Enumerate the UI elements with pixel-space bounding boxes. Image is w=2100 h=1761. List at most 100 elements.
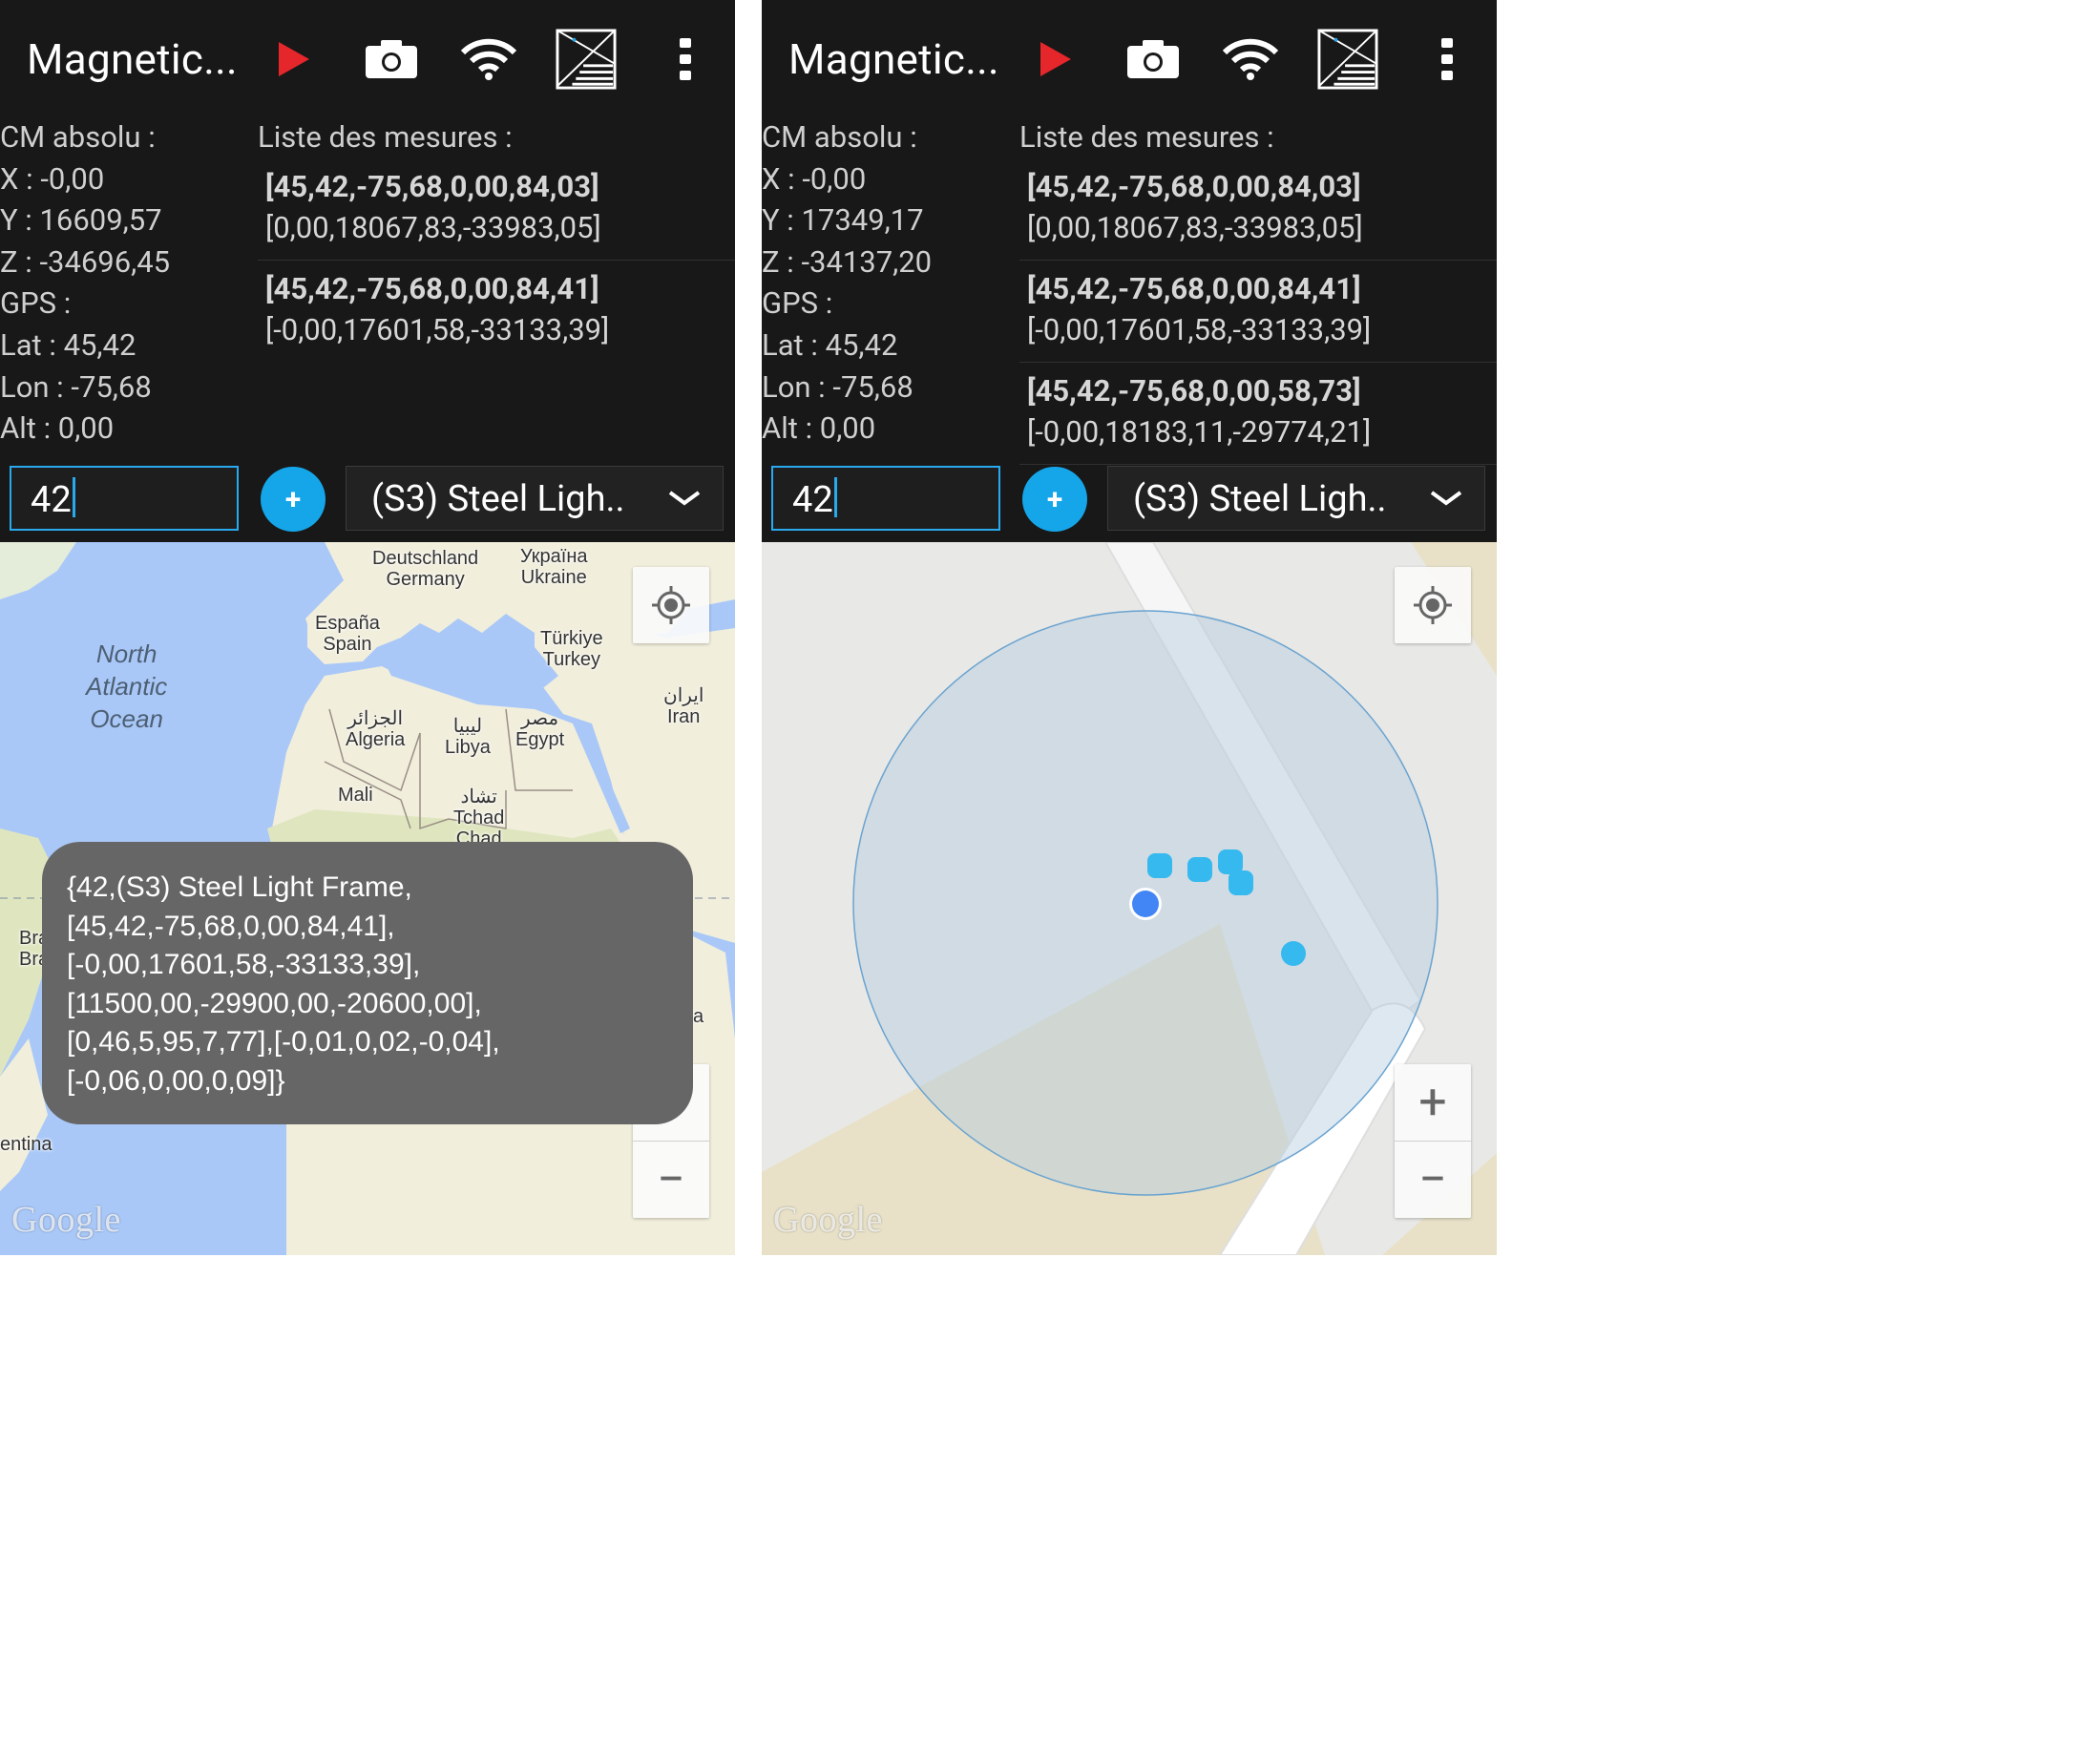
app-title: Magnetic... [27,34,238,84]
camera-icon[interactable] [361,29,422,90]
toast-line: {42,(S3) Steel Light Frame, [67,871,412,903]
absolute-field-panel: CM absolu : X : -0,00 Y : 17349,17 Z : -… [762,116,932,450]
gps-label: GPS : [762,285,833,322]
gps-target-icon [652,586,690,624]
wifi-icon[interactable] [458,29,519,90]
map-label-algeria: الجزائر Algeria [346,708,406,750]
phone-screen-right: Magnetic... CM absolu : X : -0,00 Y : 17… [762,0,1497,1255]
y-value: Y : 16609,57 [0,202,162,239]
x-value: X : -0,00 [762,160,867,197]
text-caret [833,477,837,517]
map-label-libya: ليبيا Libya [445,716,491,758]
lon-value: Lon : -75,68 [0,368,152,405]
measurement-marker[interactable] [1147,853,1172,878]
dropdown-value: (S3) Steel Ligh.. [371,478,625,520]
gps-target-icon [1414,586,1452,624]
map-label-spain: España Spain [315,613,380,655]
gps-label: GPS : [0,285,72,322]
chevron-down-icon [668,491,701,506]
measurement-list: Liste des mesures : [45,42,-75,68,0,00,8… [258,116,735,362]
text-caret [72,477,75,517]
google-logo: Google [773,1200,883,1240]
chevron-down-icon [1430,491,1462,506]
measurement-position: [45,42,-75,68,0,00,84,41] [1027,270,1361,306]
toast-line: [-0,00,17601,58,-33133,39], [67,949,421,980]
measurement-position: [45,42,-75,68,0,00,84,03] [1027,168,1361,204]
more-vert-icon[interactable] [655,29,716,90]
add-button[interactable]: + [261,467,326,532]
list-item[interactable]: [45,42,-75,68,0,00,84,41] [-0,00,17601,5… [1019,261,1497,363]
current-location-dot [1132,891,1159,917]
measurement-vector: [0,00,18067,83,-33983,05] [265,209,601,245]
toast-line: [45,42,-75,68,0,00,84,41], [67,910,395,942]
id-input[interactable]: 42 [771,466,1000,531]
z-value: Z : -34137,20 [762,243,933,280]
material-dropdown[interactable]: (S3) Steel Ligh.. [346,466,724,531]
street-map[interactable]: + − Google [762,542,1497,1255]
toast-message: {42,(S3) Steel Light Frame, [45,42,-75,6… [42,842,693,1124]
list-item[interactable]: [45,42,-75,68,0,00,84,41] [-0,00,17601,5… [258,261,735,362]
measurement-marker[interactable] [1228,870,1253,895]
play-icon[interactable] [1025,29,1086,90]
map-label-iran: ایران Iran [663,685,704,727]
measurement-marker[interactable] [1187,857,1212,882]
cm-label: CM absolu : [0,119,156,155]
chart-icon[interactable] [1317,29,1378,90]
measurement-vector: [0,00,18067,83,-33983,05] [1027,209,1363,245]
wifi-icon[interactable] [1220,29,1281,90]
google-logo: Google [11,1200,121,1240]
chart-icon[interactable] [556,29,617,90]
my-location-button[interactable] [1395,567,1471,643]
list-item[interactable]: [45,42,-75,68,0,00,84,03] [0,00,18067,83… [1019,158,1497,261]
measurement-marker[interactable] [1281,941,1306,966]
measurement-position: [45,42,-75,68,0,00,84,41] [265,270,599,306]
material-dropdown[interactable]: (S3) Steel Ligh.. [1107,466,1485,531]
action-bar: Magnetic... [0,0,735,115]
list-header: Liste des mesures : [1019,119,1274,155]
my-location-button[interactable] [633,567,709,643]
zoom-controls: + − [1395,1064,1471,1218]
camera-icon[interactable] [1123,29,1184,90]
map-label-ukraine: Україна Ukraine [520,546,588,588]
measurement-position: [45,42,-75,68,0,00,58,73] [1027,372,1361,409]
zoom-out-label: − [657,1150,685,1208]
zoom-out-button[interactable]: − [1395,1142,1471,1218]
map-label-partial: a [693,1006,704,1027]
map-label-mali: Mali [338,785,373,806]
more-vert-icon[interactable] [1417,29,1478,90]
map-label-argentina: entina [0,1134,52,1155]
action-bar: Magnetic... [762,0,1497,115]
lat-value: Lat : 45,42 [0,326,136,363]
id-input-value: 42 [792,479,833,521]
zoom-out-button[interactable]: − [633,1142,709,1218]
dropdown-value: (S3) Steel Ligh.. [1133,478,1387,520]
add-button[interactable]: + [1022,467,1087,532]
list-item[interactable]: [45,42,-75,68,0,00,58,73] [-0,00,18183,1… [1019,363,1497,465]
absolute-field-panel: CM absolu : X : -0,00 Y : 16609,57 Z : -… [0,116,170,450]
cm-label: CM absolu : [762,119,917,155]
list-item[interactable]: [45,42,-75,68,0,00,84,03] [0,00,18067,83… [258,158,735,261]
lat-value: Lat : 45,42 [762,326,898,363]
street-map-graphic [762,542,1497,1255]
z-value: Z : -34696,45 [0,243,171,280]
id-input[interactable]: 42 [10,466,239,531]
alt-value: Alt : 0,00 [0,410,115,447]
measurement-position: [45,42,-75,68,0,00,84,03] [265,168,599,204]
zoom-in-button[interactable]: + [1395,1064,1471,1141]
zoom-out-label: − [1418,1150,1447,1208]
toast-line: [-0,06,0,00,0,09]} [67,1064,285,1097]
map-label-ocean: North Atlantic Ocean [86,639,168,733]
x-value: X : -0,00 [0,160,105,197]
app-title: Magnetic... [788,34,999,84]
zoom-in-label: + [1418,1073,1447,1131]
toast-line: [0,46,5,95,7,77],[-0,01,0,02,-0,04], [67,1026,500,1058]
play-icon[interactable] [263,29,325,90]
map-label-egypt: مصر Egypt [515,708,565,750]
measurement-list: Liste des mesures : [45,42,-75,68,0,00,8… [1019,116,1497,465]
measurement-vector: [-0,00,17601,58,-33133,39] [1027,311,1372,347]
measurement-vector: [-0,00,18183,11,-29774,21] [1027,413,1372,450]
list-header: Liste des mesures : [258,119,513,155]
measurement-vector: [-0,00,17601,58,-33133,39] [265,311,610,347]
lon-value: Lon : -75,68 [762,368,914,405]
map-label-chad: تشاد Tchad Chad [453,786,505,849]
